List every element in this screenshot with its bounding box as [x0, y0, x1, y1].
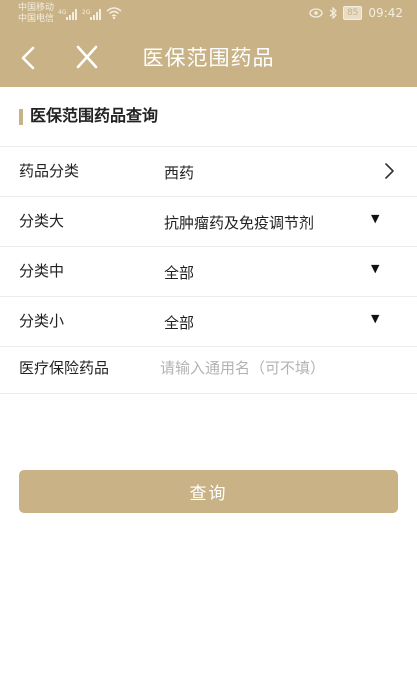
drug-name-label: 医疗保险药品 — [19, 359, 110, 377]
status-bar: 中国移动 中国电信 4G 2G 85 09:42 — [0, 0, 417, 30]
wifi-icon — [106, 7, 122, 20]
signal-icon: 2G — [82, 9, 101, 20]
drug-name-input[interactable] — [160, 354, 400, 382]
status-right: 85 09:42 — [309, 6, 403, 20]
query-button[interactable]: 查询 — [19, 470, 398, 513]
category-large-label: 分类大 — [19, 212, 65, 230]
net-2-label: 2G — [82, 9, 91, 16]
category-large-select[interactable]: 抗肿瘤药及免疫调节剂 — [164, 213, 314, 233]
dropdown-caret-icon[interactable]: ▼ — [371, 262, 379, 275]
bluetooth-icon — [329, 7, 337, 19]
clock: 09:42 — [368, 6, 403, 20]
battery-level: 85 — [342, 6, 363, 20]
category-small-select[interactable]: 全部 — [164, 313, 194, 333]
page-title: 医保范围药品 — [142, 46, 275, 70]
carrier-1: 中国移动 — [18, 3, 55, 13]
section-title: 医保范围药品查询 — [30, 106, 159, 125]
section-header: 医保范围药品查询 — [0, 87, 417, 147]
signal-icon: 4G — [58, 9, 77, 20]
header-bar: 中国移动 中国电信 4G 2G 85 09:42 医保范围药品 — [0, 0, 417, 87]
net-1-label: 4G — [58, 9, 67, 16]
drug-name-row: 医疗保险药品 — [0, 344, 417, 394]
section-accent-bar — [19, 109, 23, 125]
drug-category-value: 西药 — [164, 164, 195, 182]
chevron-right-icon[interactable] — [384, 162, 396, 180]
dropdown-caret-icon[interactable]: ▼ — [371, 212, 379, 225]
carrier-labels: 中国移动 中国电信 — [18, 3, 54, 25]
carrier-2: 中国电信 — [18, 14, 55, 24]
category-medium-select[interactable]: 全部 — [164, 263, 194, 283]
category-small-label: 分类小 — [19, 312, 65, 330]
category-medium-row[interactable]: 分类中 全部 ▼ — [0, 247, 417, 297]
drug-category-row[interactable]: 药品分类 西药 — [0, 147, 417, 197]
category-medium-label: 分类中 — [19, 262, 65, 280]
dropdown-caret-icon[interactable]: ▼ — [371, 312, 379, 325]
eye-icon — [309, 8, 323, 18]
drug-category-label: 药品分类 — [19, 162, 80, 180]
category-large-row[interactable]: 分类大 抗肿瘤药及免疫调节剂 ▼ — [0, 197, 417, 247]
category-small-row[interactable]: 分类小 全部 ▼ — [0, 297, 417, 347]
